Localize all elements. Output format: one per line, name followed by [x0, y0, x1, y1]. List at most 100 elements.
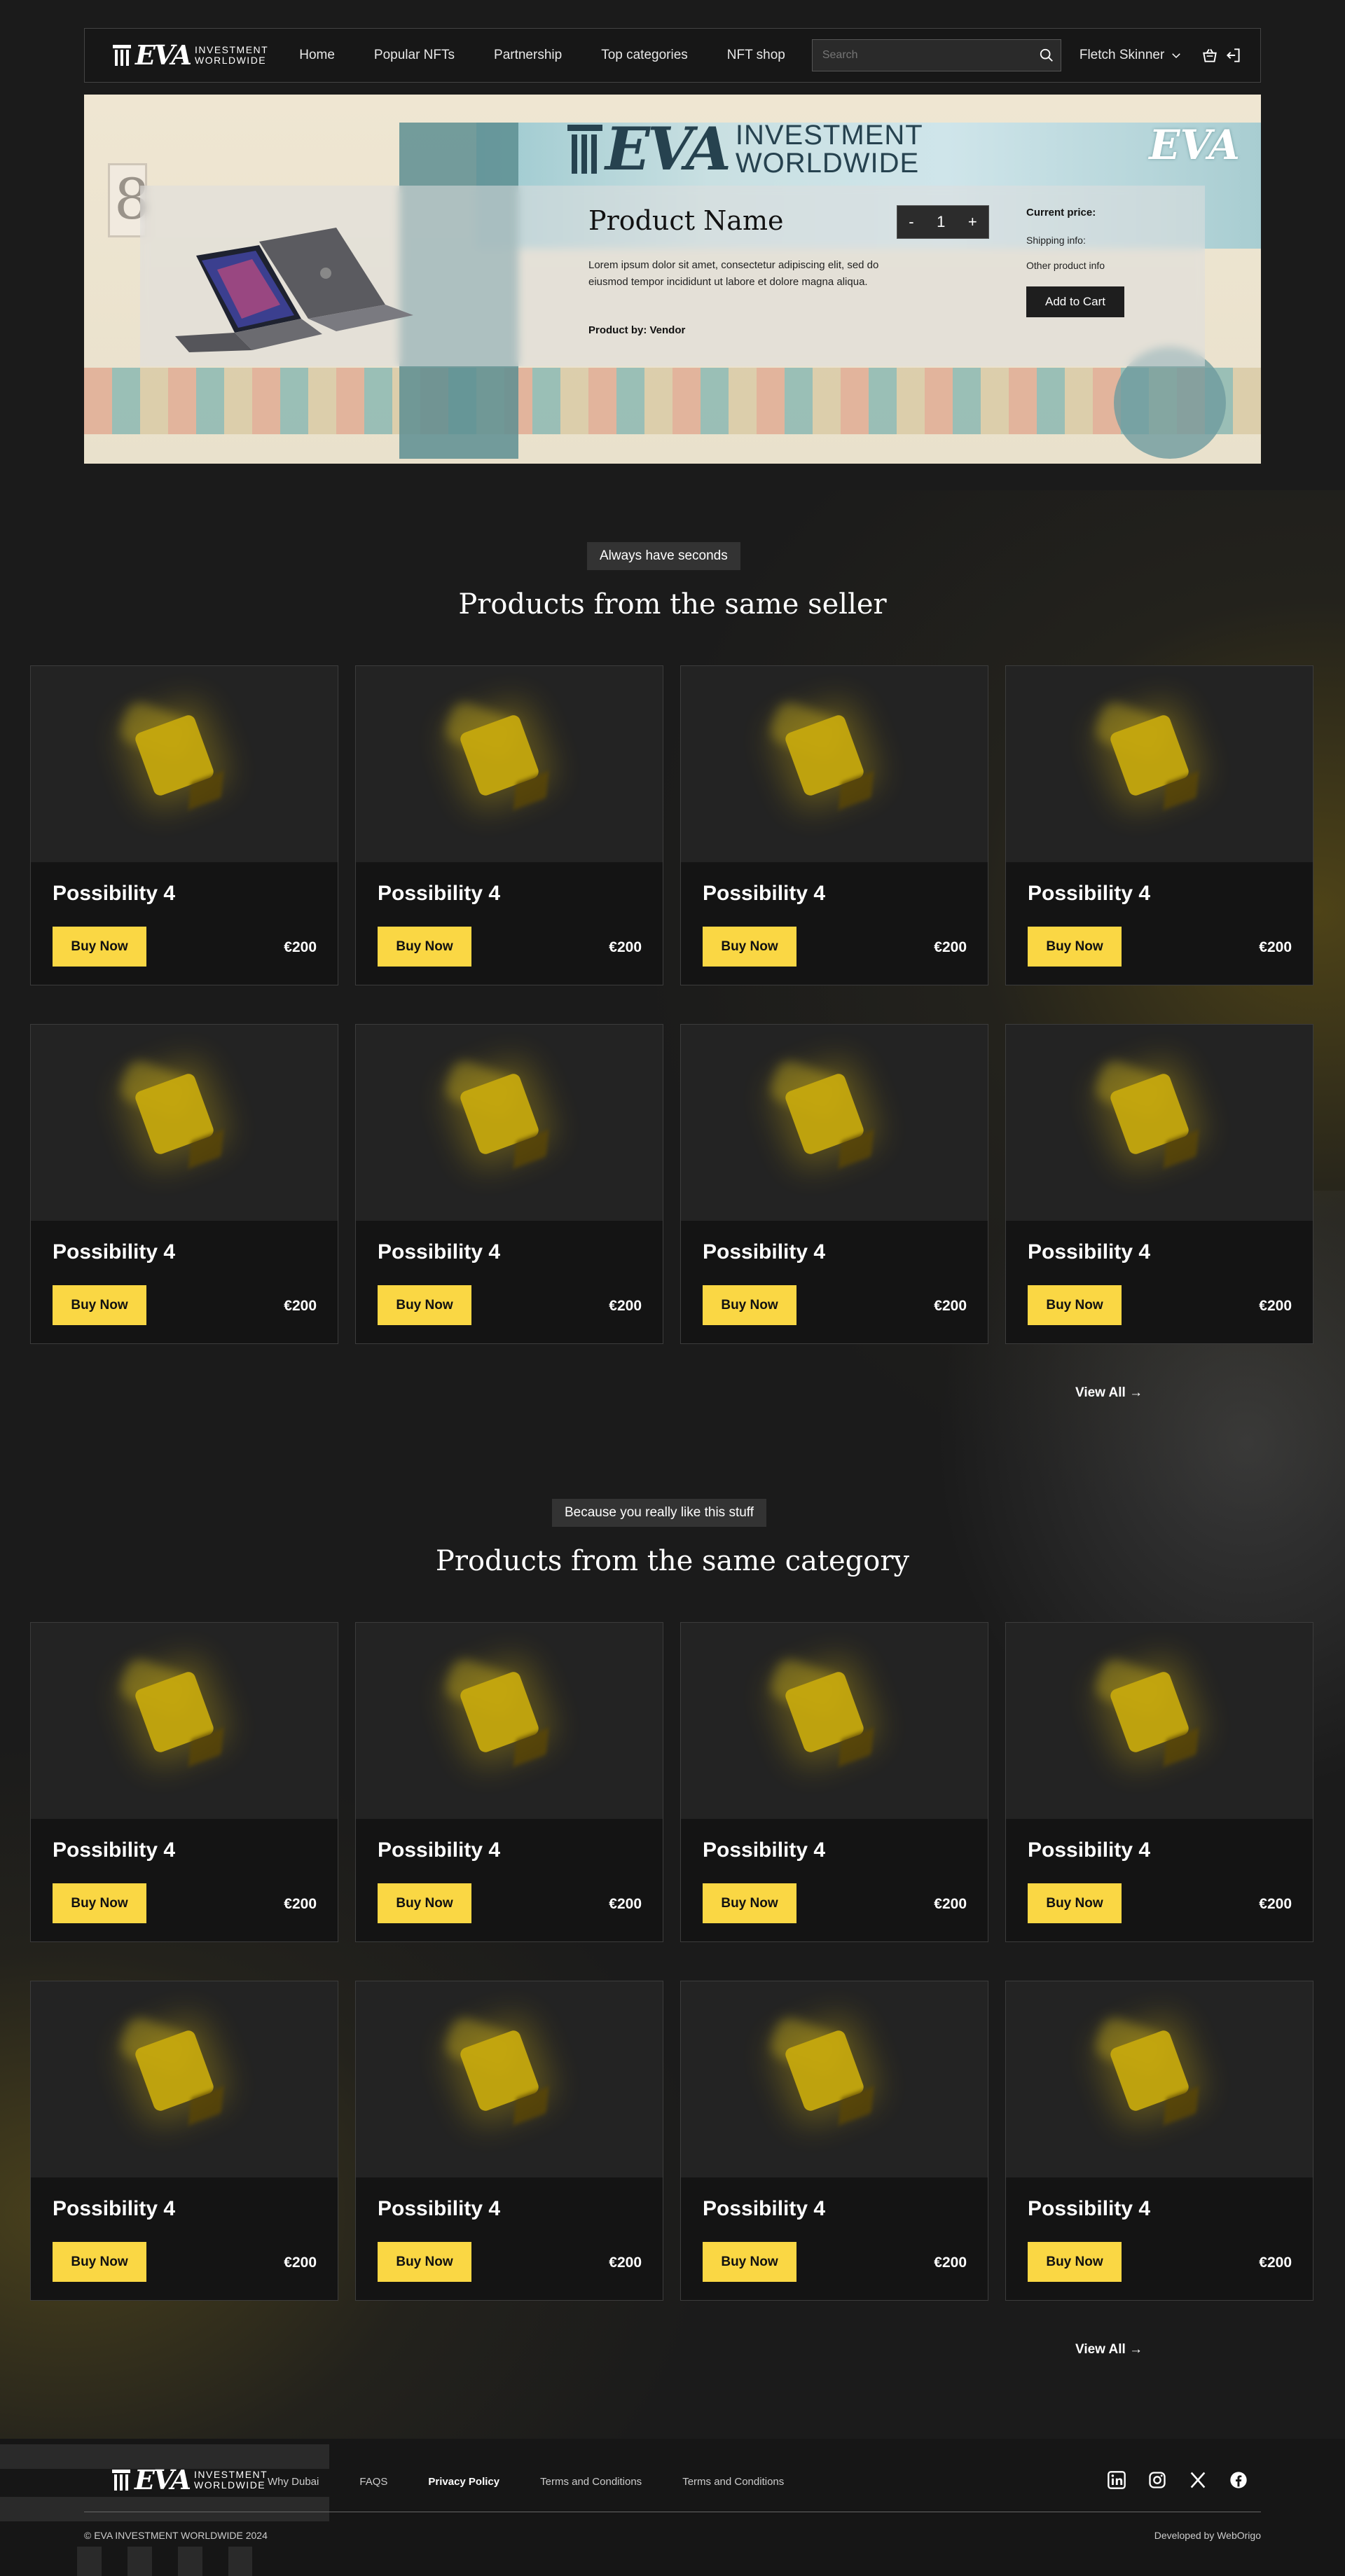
product-title: Possibility 4	[378, 2197, 501, 2220]
product-card[interactable]: Possibility 4 Buy Now €200	[30, 1981, 338, 2301]
product-card[interactable]: Possibility 4 Buy Now €200	[680, 1024, 988, 1344]
add-to-cart-button[interactable]: Add to Cart	[1026, 286, 1124, 317]
product-card[interactable]: Possibility 4 Buy Now €200	[355, 1622, 663, 1942]
product-title: Possibility 4	[378, 1240, 501, 1263]
hero-brand-line-2: WORLDWIDE	[735, 148, 920, 179]
product-image[interactable]	[681, 1623, 988, 1819]
product-image[interactable]	[681, 666, 988, 862]
product-price: €200	[1259, 1298, 1292, 1314]
category-section-tag: Because you really like this stuff	[552, 1499, 767, 1527]
seller-section-tag: Always have seconds	[587, 542, 740, 570]
buy-now-button[interactable]: Buy Now	[53, 1285, 146, 1325]
buy-now-button[interactable]: Buy Now	[703, 1285, 796, 1325]
instagram-icon[interactable]	[1147, 2470, 1167, 2490]
product-image[interactable]	[1006, 1981, 1313, 2177]
footer-link-why-dubai[interactable]: Why Dubai	[268, 2476, 319, 2488]
linkedin-icon[interactable]	[1107, 2470, 1126, 2490]
developer-credit[interactable]: Developed by WebOrigo	[1154, 2530, 1261, 2541]
product-card[interactable]: Possibility 4 Buy Now €200	[680, 1622, 988, 1942]
buy-now-button[interactable]: Buy Now	[1028, 1285, 1122, 1325]
product-image[interactable]	[31, 1025, 338, 1221]
buy-now-button[interactable]: Buy Now	[703, 1883, 796, 1923]
logout-icon[interactable]	[1225, 46, 1243, 64]
footer-logo-line-1: INVESTMENT	[193, 2469, 268, 2480]
category-view-all-link[interactable]: View All →	[1075, 2342, 1143, 2357]
product-title: Possibility 4	[1028, 1838, 1151, 1862]
facebook-icon[interactable]	[1229, 2470, 1248, 2490]
product-image[interactable]	[356, 1981, 663, 2177]
search-input[interactable]	[812, 48, 1033, 62]
quantity-decrease-button[interactable]: -	[909, 213, 913, 231]
product-card[interactable]: Possibility 4 Buy Now €200	[1005, 665, 1313, 985]
product-image[interactable]	[1006, 1025, 1313, 1221]
product-image[interactable]	[1006, 666, 1313, 862]
buy-now-button[interactable]: Buy Now	[378, 2242, 471, 2282]
search-icon[interactable]	[1033, 41, 1061, 69]
product-card[interactable]: Possibility 4 Buy Now €200	[680, 665, 988, 985]
logo[interactable]: EVA INVESTMENT WORLDWIDE	[113, 42, 268, 69]
product-image[interactable]	[356, 1025, 663, 1221]
buy-now-button[interactable]: Buy Now	[53, 2242, 146, 2282]
cart-icon[interactable]	[1201, 46, 1219, 64]
product-card[interactable]: Possibility 4 Buy Now €200	[30, 1622, 338, 1942]
product-image[interactable]	[356, 1623, 663, 1819]
buy-now-button[interactable]: Buy Now	[1028, 1883, 1122, 1923]
buy-now-button[interactable]: Buy Now	[703, 927, 796, 967]
user-menu[interactable]: Fletch Skinner	[1080, 48, 1182, 63]
product-card[interactable]: Possibility 4 Buy Now €200	[30, 665, 338, 985]
buy-now-button[interactable]: Buy Now	[1028, 2242, 1122, 2282]
product-card[interactable]: Possibility 4 Buy Now €200	[1005, 1622, 1313, 1942]
product-image[interactable]	[356, 666, 663, 862]
product-price: €200	[1259, 1896, 1292, 1912]
pillar-logo-icon	[112, 2470, 130, 2491]
nav-popular-nfts[interactable]: Popular NFTs	[374, 48, 455, 63]
buy-now-button[interactable]: Buy Now	[378, 1883, 471, 1923]
product-image[interactable]	[681, 1981, 988, 2177]
product-price: €200	[1259, 939, 1292, 955]
buy-now-button[interactable]: Buy Now	[53, 1883, 146, 1923]
buy-now-button[interactable]: Buy Now	[1028, 927, 1122, 967]
product-image[interactable]	[681, 1025, 988, 1221]
product-image[interactable]	[31, 1981, 338, 2177]
product-card[interactable]: Possibility 4 Buy Now €200	[1005, 1024, 1313, 1344]
product-title: Possibility 4	[703, 1838, 826, 1862]
footer-logo[interactable]: EVA INVESTMENT WORLDWIDE	[112, 2467, 268, 2493]
top-navigation: EVA INVESTMENT WORLDWIDE Home Popular NF…	[84, 28, 1261, 83]
product-image[interactable]	[31, 666, 338, 862]
product-vendor: Product by: Vendor	[588, 324, 686, 336]
nav-home[interactable]: Home	[299, 48, 335, 63]
nav-top-categories[interactable]: Top categories	[601, 48, 688, 63]
footer-link-terms[interactable]: Terms and Conditions	[540, 2476, 642, 2488]
product-title: Possibility 4	[703, 1240, 826, 1263]
ornament-band	[84, 368, 1261, 434]
product-card[interactable]: Possibility 4 Buy Now €200	[355, 1024, 663, 1344]
buy-now-button[interactable]: Buy Now	[378, 927, 471, 967]
product-card[interactable]: Possibility 4 Buy Now €200	[30, 1024, 338, 1344]
buy-now-button[interactable]: Buy Now	[703, 2242, 796, 2282]
footer-link-faqs[interactable]: FAQS	[359, 2476, 387, 2488]
seller-view-all-link[interactable]: View All →	[1075, 1385, 1143, 1401]
quantity-value[interactable]: 1	[937, 213, 945, 231]
product-card[interactable]: Possibility 4 Buy Now €200	[355, 1981, 663, 2301]
footer-link-privacy-policy[interactable]: Privacy Policy	[428, 2476, 499, 2488]
footer-decoration	[0, 2497, 329, 2521]
product-card[interactable]: Possibility 4 Buy Now €200	[355, 665, 663, 985]
buy-now-button[interactable]: Buy Now	[53, 927, 146, 967]
product-card[interactable]: Possibility 4 Buy Now €200	[1005, 1981, 1313, 2301]
nav-partnership[interactable]: Partnership	[494, 48, 562, 63]
product-card[interactable]: Possibility 4 Buy Now €200	[680, 1981, 988, 2301]
buy-now-button[interactable]: Buy Now	[378, 1285, 471, 1325]
pillar-logo-icon	[113, 45, 131, 66]
chevron-down-icon	[1172, 53, 1181, 59]
user-name: Fletch Skinner	[1079, 48, 1165, 62]
hero-brand: EVA INVESTMENT WORLDWIDE	[567, 120, 923, 179]
product-image[interactable]	[1006, 1623, 1313, 1819]
footer-link-terms-2[interactable]: Terms and Conditions	[682, 2476, 784, 2488]
copyright-text: © EVA INVESTMENT WORLDWIDE 2024	[84, 2530, 268, 2541]
quantity-increase-button[interactable]: +	[968, 213, 977, 231]
product-image[interactable]	[31, 1623, 338, 1819]
x-icon[interactable]	[1188, 2470, 1208, 2490]
category-section-title: Products from the same category	[435, 1545, 910, 1577]
hero-brand-line-1: INVESTMENT	[735, 120, 923, 151]
nav-nft-shop[interactable]: NFT shop	[727, 48, 785, 63]
